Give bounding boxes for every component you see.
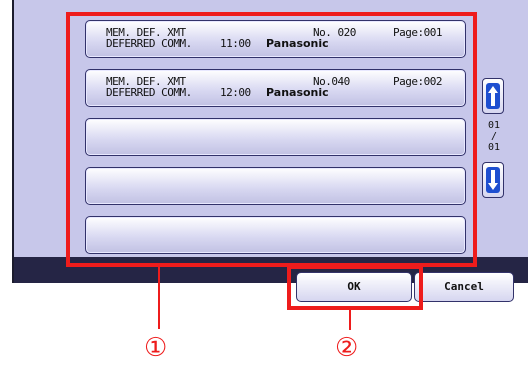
scroll-up-button[interactable] [482,78,504,114]
page-separator: / [490,131,498,142]
cancel-button[interactable]: Cancel [414,272,514,302]
callout-box-ok [287,265,423,310]
scroll-down-button[interactable] [482,162,504,198]
arrow-up-icon [486,83,500,109]
callout-number-2: ② [335,333,359,363]
arrow-down-icon [486,167,500,193]
page-current: 01 [487,120,501,131]
page-indicator: 01 / 01 [482,120,506,160]
callout-box-list [66,12,477,267]
callout-number-1: ① [144,333,168,363]
callout-line-1 [158,267,160,329]
page-total: 01 [487,142,501,153]
callout-line-2 [349,310,351,330]
